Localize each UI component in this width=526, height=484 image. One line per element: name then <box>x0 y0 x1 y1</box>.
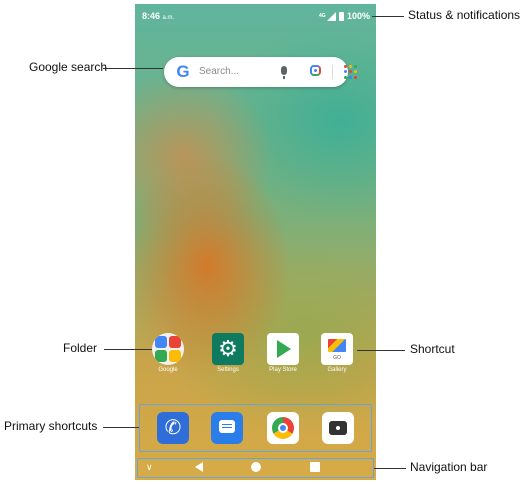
folder-google[interactable]: Google <box>146 333 190 373</box>
callout-status: Status & notifications <box>408 8 521 22</box>
callout-line-shortcut <box>357 350 405 351</box>
clock: 8:46 a.m. <box>142 11 174 21</box>
app-label-gallery: Gallery <box>327 367 347 373</box>
battery-icon <box>338 11 344 21</box>
volte-icon: 4G <box>318 12 326 19</box>
status-icons: 4G 100% <box>319 11 370 21</box>
callout-line-folder <box>104 349 152 350</box>
search-placeholder[interactable]: Search... <box>199 66 239 77</box>
callout-line-navbar <box>374 468 406 469</box>
app-play-store[interactable]: Play Store <box>261 333 305 373</box>
callout-navbar: Navigation bar <box>410 460 488 474</box>
navigation-bar-frame <box>137 458 374 478</box>
callout-line-primary <box>103 427 139 428</box>
app-settings[interactable]: ⚙ Settings <box>206 333 250 373</box>
mic-icon[interactable] <box>281 66 287 79</box>
battery-percent: 100% <box>346 11 370 21</box>
app-label-play-store: Play Store <box>269 367 297 373</box>
callout-shortcut: Shortcut <box>410 342 455 356</box>
gallery-icon[interactable]: GO <box>321 333 353 365</box>
signal-icon <box>326 11 336 21</box>
status-bar[interactable]: 8:46 a.m. 4G 100% <box>135 4 376 28</box>
search-divider <box>332 65 333 79</box>
callout-primary: Primary shortcuts <box>4 419 98 433</box>
app-label-google: Google <box>158 367 178 373</box>
callout-folder: Folder <box>63 341 98 355</box>
google-g-icon[interactable]: G <box>173 62 193 82</box>
callout-search: Google search <box>29 60 108 74</box>
callout-line-search <box>103 68 163 69</box>
app-gallery[interactable]: GO Gallery <box>315 333 359 373</box>
clock-time: 8:46 <box>142 11 161 21</box>
play-store-icon[interactable] <box>267 333 299 365</box>
lens-dot <box>314 69 317 72</box>
gallery-go-badge: GO <box>333 355 341 361</box>
apps-grid-icon[interactable] <box>344 65 358 79</box>
google-search-bar[interactable]: G Search... <box>164 57 357 87</box>
folder-icon[interactable] <box>152 333 184 365</box>
clock-suffix: a.m. <box>162 15 175 21</box>
primary-shortcuts-frame <box>139 404 372 452</box>
app-label-settings: Settings <box>217 367 239 373</box>
gear-icon[interactable]: ⚙ <box>212 333 244 365</box>
callout-line-status <box>372 16 404 17</box>
